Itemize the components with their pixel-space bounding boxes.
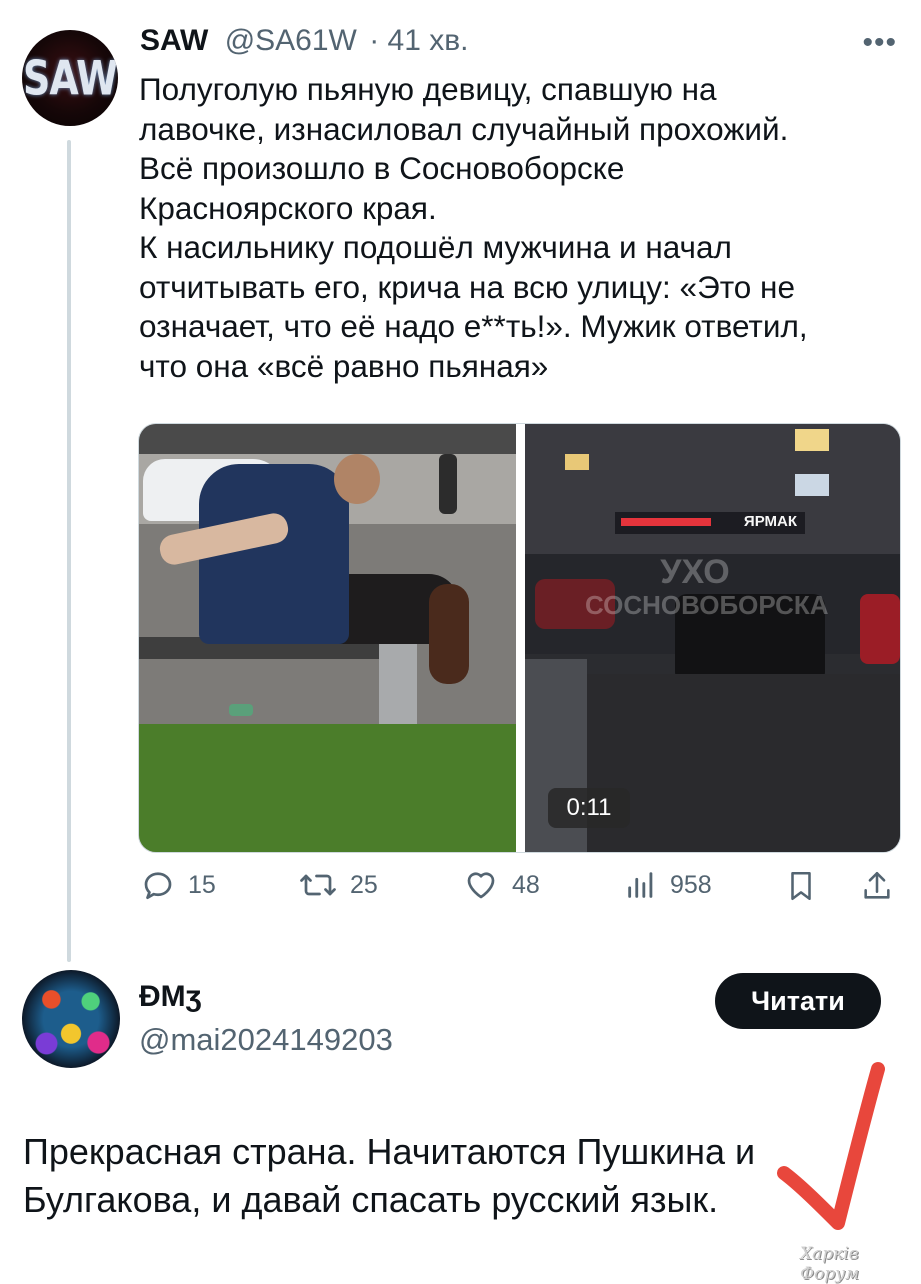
- thread-connector-line: [67, 140, 71, 962]
- retweet-icon: [300, 874, 336, 896]
- more-options-icon[interactable]: •••: [862, 26, 897, 60]
- bookmark-icon: [791, 871, 811, 901]
- tweet-text: Полуголую пьяную девицу, спавшую на лаво…: [139, 71, 808, 384]
- bottle: [229, 704, 253, 716]
- video-watermark-line2: СОСНОВОБОРСКА: [585, 590, 829, 620]
- reply-count: 15: [188, 870, 216, 899]
- avatar-saw[interactable]: SAW: [22, 30, 118, 126]
- tweet-media[interactable]: ЯРМАК УХО СОСНОВОБОРСКА 0:11: [138, 423, 901, 853]
- tweet-header: SAW @SA61W · 41 хв.: [140, 24, 469, 58]
- reply-icon: [144, 872, 172, 900]
- retweet-button[interactable]: 25: [298, 867, 378, 903]
- reply-text: Прекрасная страна. Начитаются Пушкина и …: [23, 1131, 756, 1220]
- reply-author-handle[interactable]: @mai2024149203: [139, 1022, 393, 1058]
- avatar-text: SAW: [23, 50, 118, 106]
- share-icon: [864, 871, 890, 899]
- reply-button[interactable]: 15: [140, 867, 216, 903]
- head: [334, 454, 380, 504]
- author-handle[interactable]: @SA61W: [225, 24, 357, 57]
- window-light: [565, 454, 589, 470]
- bookmark-button[interactable]: [784, 867, 818, 905]
- like-count: 48: [512, 870, 540, 899]
- reply-author-name[interactable]: ĐMʒ: [139, 980, 201, 1014]
- video-duration-badge: 0:11: [548, 788, 630, 828]
- like-button[interactable]: 48: [462, 867, 540, 903]
- follow-button[interactable]: Читати: [715, 973, 881, 1029]
- red-car-right: [860, 594, 900, 664]
- building: [525, 424, 900, 554]
- heart-icon: [467, 872, 495, 899]
- window-light: [795, 429, 829, 451]
- share-button[interactable]: [860, 867, 894, 905]
- video-player[interactable]: ЯРМАК УХО СОСНОВОБОРСКА 0:11: [525, 424, 900, 852]
- store-sign-text: ЯРМАК: [743, 513, 797, 530]
- forum-watermark: Харків Форум: [800, 1244, 860, 1284]
- hair: [429, 584, 469, 684]
- store-sign-red: [621, 518, 711, 526]
- views-button[interactable]: 958: [624, 867, 712, 903]
- video-watermark: УХО СОСНОВОБОРСКА: [585, 553, 829, 634]
- author-name[interactable]: SAW: [140, 24, 208, 57]
- views-icon: [628, 872, 653, 898]
- store-sign: ЯРМАК: [615, 512, 805, 534]
- retweet-count: 25: [350, 870, 378, 899]
- tweet-actions: 15 25 48 958: [0, 867, 921, 911]
- passerby-figure: [439, 454, 457, 514]
- grass: [139, 724, 516, 852]
- video-watermark-line1: УХО: [660, 553, 730, 591]
- window-light: [795, 474, 829, 496]
- photo-left[interactable]: [139, 424, 516, 852]
- avatar-dm[interactable]: [22, 970, 120, 1068]
- red-checkmark-icon: [777, 1062, 885, 1230]
- bench-leg: [379, 637, 417, 729]
- views-count: 958: [670, 870, 712, 899]
- tweet-time[interactable]: · 41 хв.: [369, 24, 468, 57]
- background-trees: [139, 424, 516, 454]
